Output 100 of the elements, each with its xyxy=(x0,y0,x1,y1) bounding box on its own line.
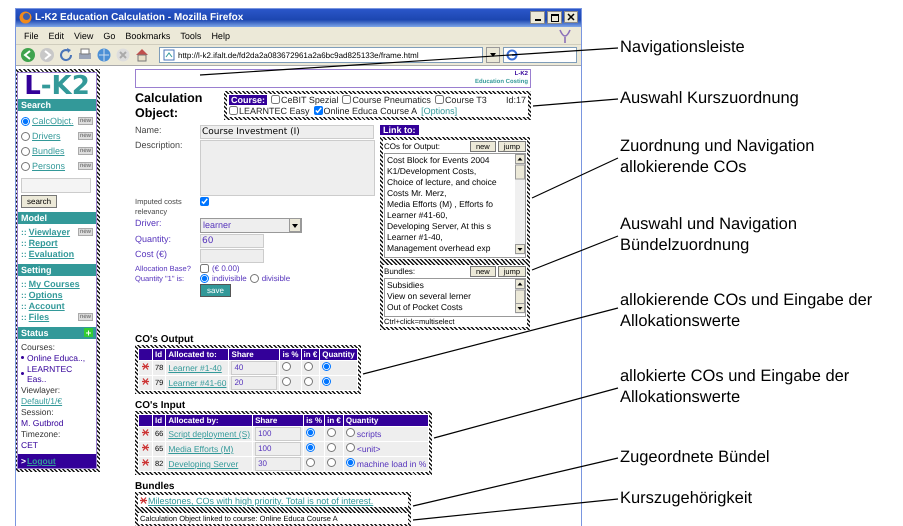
quantity-field[interactable]: 60 xyxy=(200,234,264,248)
search-button[interactable]: search xyxy=(21,194,58,208)
close-icon[interactable] xyxy=(564,11,578,24)
annotation-text: Zuordnung und Navigation allokierende COs xyxy=(620,136,816,178)
radio-button[interactable] xyxy=(322,362,332,372)
delete-icon[interactable] xyxy=(141,377,150,386)
menu-item[interactable]: Go xyxy=(103,30,116,40)
delete-icon[interactable] xyxy=(141,443,150,452)
menu-item[interactable]: Bookmarks xyxy=(125,30,170,40)
status-label: Timezone: xyxy=(21,428,62,439)
list-label: COs for Output: xyxy=(384,142,442,151)
column-header xyxy=(139,414,152,426)
field-label: Cost (€) xyxy=(135,248,168,259)
checkbox[interactable] xyxy=(434,95,444,104)
search-field[interactable] xyxy=(503,47,577,64)
list-item[interactable]: Cost Block for Events 2004 xyxy=(387,154,513,166)
radio-button[interactable] xyxy=(21,162,30,171)
list-item[interactable]: Media Efforts (M) , Efforts fo xyxy=(387,198,513,210)
checkbox[interactable] xyxy=(200,196,209,206)
bullet-marker: :: xyxy=(21,290,27,300)
cost-field[interactable] xyxy=(200,248,264,263)
radio-button[interactable] xyxy=(250,274,259,283)
column-header: Quantity xyxy=(320,348,357,360)
column-header: in € xyxy=(302,348,320,360)
radio-button[interactable] xyxy=(322,377,332,386)
share-field[interactable]: 30 xyxy=(255,456,302,471)
scrollbar-icon[interactable] xyxy=(515,278,525,314)
dropdown-icon[interactable] xyxy=(289,218,301,232)
list-item[interactable]: K1/Development Costs, xyxy=(387,166,513,177)
radio-button[interactable] xyxy=(306,458,316,468)
maximize-button[interactable] xyxy=(547,11,562,24)
checkbox[interactable] xyxy=(200,264,209,273)
radio-button[interactable] xyxy=(327,458,336,468)
checkbox[interactable] xyxy=(314,106,323,116)
radio-button[interactable] xyxy=(346,443,355,452)
list-label: Bundles: xyxy=(384,266,416,276)
menu-item[interactable]: Help xyxy=(211,30,230,40)
list-item[interactable]: Learner #41-60, xyxy=(387,210,513,221)
bullet-marker: :: xyxy=(21,227,27,238)
radio-button[interactable] xyxy=(327,428,336,438)
column-header: Id xyxy=(153,414,166,426)
list-box[interactable] xyxy=(384,152,526,258)
name-field[interactable]: Course Investment (I) xyxy=(200,124,374,139)
search-field[interactable] xyxy=(21,178,91,193)
list-item[interactable]: Choice of lecture, and choice xyxy=(387,176,513,188)
delete-icon[interactable] xyxy=(139,496,148,506)
dropdown-icon[interactable] xyxy=(486,47,500,64)
radio-button[interactable] xyxy=(282,377,292,386)
radio-button[interactable] xyxy=(304,377,312,386)
radio-button[interactable] xyxy=(327,443,336,452)
menu-item[interactable]: File xyxy=(24,30,39,40)
menu-item[interactable]: View xyxy=(74,30,94,40)
checkbox-label: Course T3 xyxy=(444,94,487,105)
description-field[interactable] xyxy=(200,140,375,196)
logout-link[interactable]: Logout xyxy=(26,456,56,466)
minimize-button[interactable] xyxy=(530,11,545,24)
list-item[interactable]: View on several lerner xyxy=(387,290,513,302)
share-field[interactable]: 40 xyxy=(231,360,278,375)
share-field[interactable]: 20 xyxy=(231,376,278,390)
radio-button[interactable] xyxy=(304,362,312,372)
bullet-icon xyxy=(21,372,24,376)
menu-item[interactable]: Edit xyxy=(48,30,64,40)
expand-icon[interactable] xyxy=(84,328,93,338)
status-value: M. Gutbrod xyxy=(21,418,65,428)
checkbox[interactable] xyxy=(342,95,352,104)
radio-button[interactable] xyxy=(200,274,209,283)
list-box[interactable]: Subsidies View on several lerner Out of Pocket Costs xyxy=(384,278,526,317)
list-item[interactable]: Management overhead exp xyxy=(387,242,513,254)
delete-icon[interactable] xyxy=(141,362,150,372)
delete-icon[interactable] xyxy=(141,428,150,438)
list-item[interactable]: Developing Server, At this s xyxy=(387,220,513,232)
home-icon[interactable] xyxy=(134,47,150,64)
address-field[interactable]: http://l-k2.ifalt.de/fd2da2a083672961a2a6bc9ad825133e/frame.html xyxy=(159,47,483,64)
globe-icon[interactable] xyxy=(96,47,112,64)
radio-button[interactable] xyxy=(21,132,30,141)
id-label: Id:17 xyxy=(506,94,526,105)
radio-button[interactable] xyxy=(346,428,355,438)
share-field[interactable]: 100 xyxy=(255,426,302,441)
menu-item[interactable]: Tools xyxy=(180,30,202,40)
back-icon[interactable] xyxy=(20,47,36,64)
reload-icon[interactable] xyxy=(58,47,74,64)
checkbox-label: LEARNTEC Easy xyxy=(239,106,310,116)
share-field[interactable]: 100 xyxy=(255,442,302,456)
driver-dropdown[interactable]: learner xyxy=(200,218,302,233)
radio-button[interactable] xyxy=(21,116,30,126)
list-item[interactable]: Learner #1-40, xyxy=(387,232,513,243)
radio-button[interactable] xyxy=(282,362,292,372)
scrollbar-icon[interactable] xyxy=(515,154,525,255)
radio-button[interactable] xyxy=(346,458,355,468)
checkbox[interactable] xyxy=(229,106,238,116)
delete-icon[interactable] xyxy=(141,458,150,468)
radio-label: indivisible xyxy=(212,274,247,283)
checkbox[interactable] xyxy=(271,95,280,104)
list-item[interactable]: Out of Pocket Costs xyxy=(387,302,513,313)
list-item[interactable]: Costs Mr. Merz, xyxy=(387,188,513,199)
list-item[interactable]: Subsidies xyxy=(387,280,513,291)
radio-button[interactable] xyxy=(21,146,30,156)
radio-button[interactable] xyxy=(306,428,316,438)
throbber-icon xyxy=(557,28,573,44)
radio-button[interactable] xyxy=(306,443,316,452)
